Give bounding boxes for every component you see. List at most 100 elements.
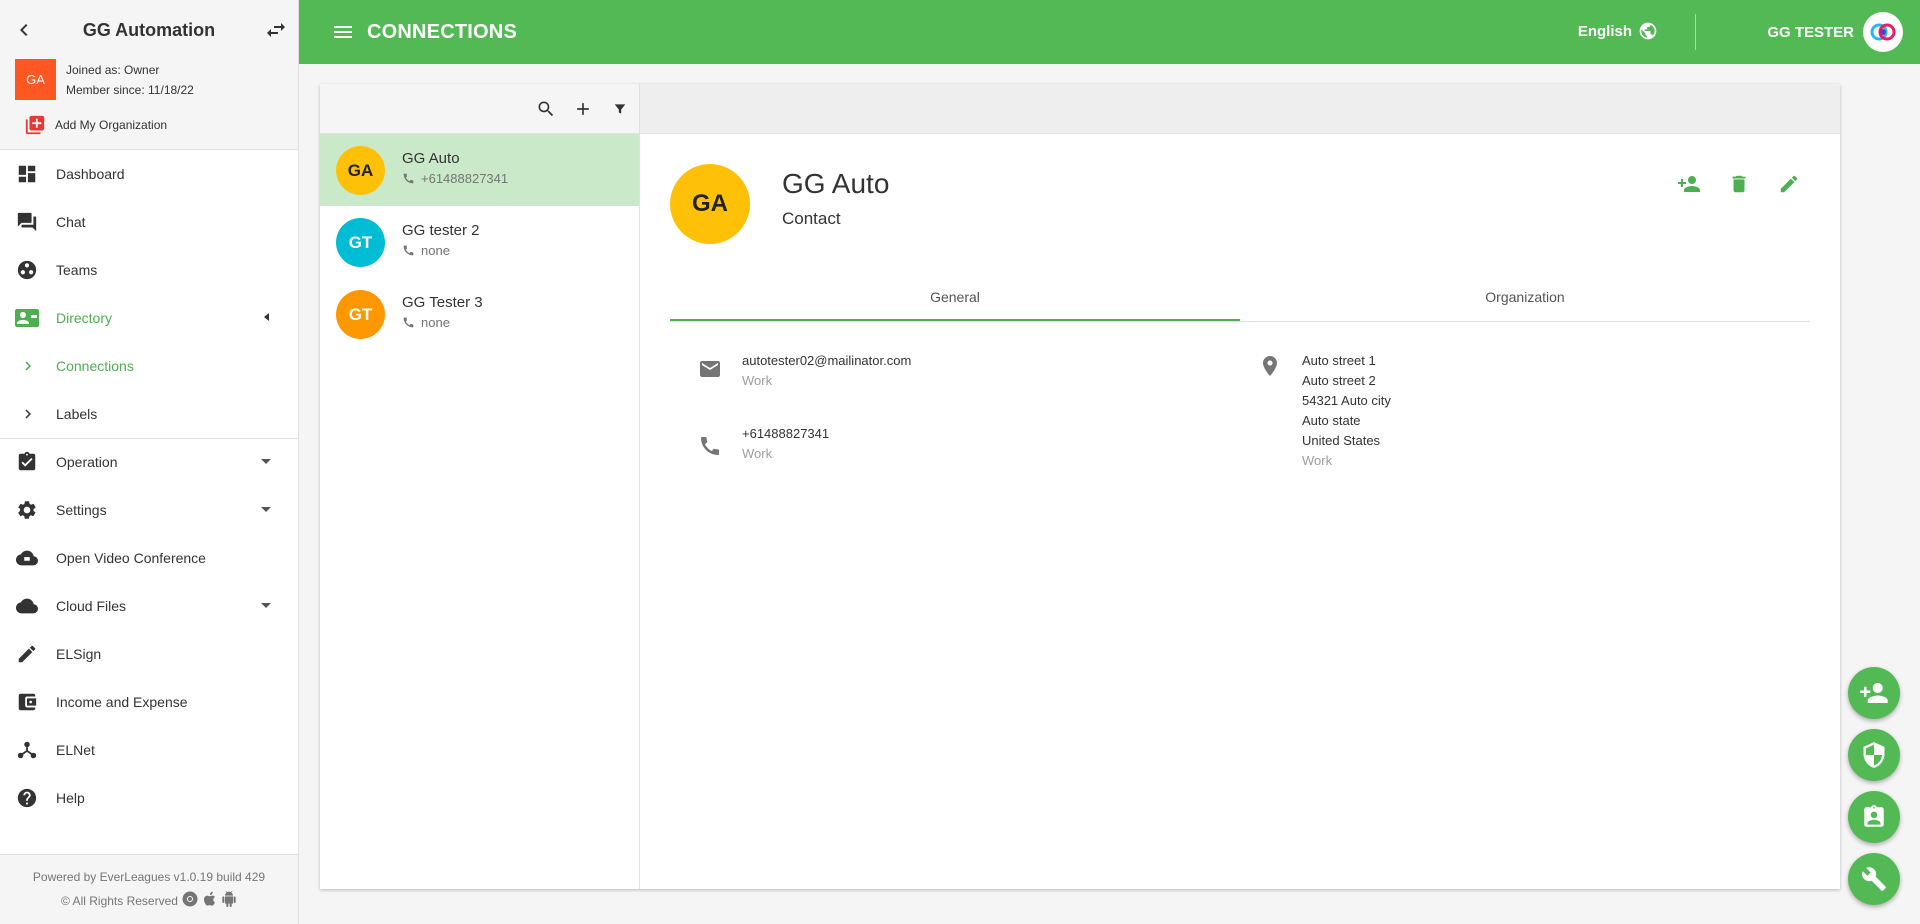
user-menu[interactable]: GG TESTER <box>1767 12 1903 52</box>
topbar-divider <box>1695 14 1696 50</box>
chat-icon <box>15 210 39 234</box>
sidebar-header: GG Automation GA Joined as: Owner Member… <box>0 0 298 150</box>
sidebar-item-label: Income and Expense <box>56 694 188 710</box>
contact-avatar: GT <box>336 290 385 339</box>
chevron-right-icon <box>16 402 40 426</box>
address-type: Work <box>1302 453 1333 468</box>
add-icon[interactable] <box>571 97 595 121</box>
contact-phone-text: +61488827341 <box>421 171 509 186</box>
phone-icon <box>403 317 414 328</box>
sidebar-item-label: Connections <box>56 358 134 374</box>
sidebar-item-label: Operation <box>56 454 118 470</box>
chevron-right-icon <box>16 354 40 378</box>
help-icon <box>15 786 39 810</box>
language-selector[interactable]: English <box>1578 21 1658 41</box>
teams-icon <box>15 258 39 282</box>
search-icon[interactable] <box>534 97 558 121</box>
hamburger-menu-icon[interactable] <box>331 20 355 44</box>
phone-info: +61488827341 Work <box>698 424 829 464</box>
sidebar-item-label: Help <box>56 790 85 806</box>
sidebar-item-connections[interactable]: Connections <box>0 342 298 390</box>
fab-security[interactable] <box>1848 729 1900 781</box>
detail-avatar: GA <box>670 164 750 244</box>
contact-phone-text: none <box>421 315 450 330</box>
sidebar-item-label: ELSign <box>56 646 102 662</box>
edit-icon[interactable] <box>1777 172 1801 196</box>
detail-tabs: General Organization <box>670 274 1810 322</box>
add-organization-button[interactable]: Add My Organization <box>24 114 167 136</box>
detail-toolbar <box>640 84 1840 134</box>
email-value: autotester02@mailinator.com <box>742 353 912 368</box>
contact-list-item[interactable]: GT GG Tester 3 none <box>320 278 639 350</box>
add-person-icon[interactable] <box>1677 172 1701 196</box>
sidebar-item-label: Open Video Conference <box>56 550 206 566</box>
dashboard-icon <box>15 162 39 186</box>
sidebar-item-operation[interactable]: Operation <box>0 438 298 486</box>
location-pin-icon <box>1258 354 1282 378</box>
sidebar-item-label: Teams <box>56 262 98 278</box>
sidebar-footer: Powered by EverLeagues v1.0.19 build 429… <box>0 854 298 924</box>
filter-icon[interactable] <box>608 97 632 121</box>
contact-name: GG Tester 3 <box>402 294 483 311</box>
sidebar-item-label: Directory <box>56 310 113 326</box>
address-line: Auto state <box>1302 413 1361 428</box>
collapse-arrow-icon <box>262 309 272 327</box>
user-name: GG TESTER <box>1767 23 1854 41</box>
language-label: English <box>1577 22 1632 40</box>
connections-card: GA GG Auto +61488827341 GT GG tester 2 n… <box>320 84 1840 889</box>
wallet-icon <box>15 690 39 714</box>
list-toolbar <box>320 84 639 134</box>
clipboard-check-icon <box>15 450 39 474</box>
fab-contact-card[interactable] <box>1848 791 1900 843</box>
sidebar-item-directory[interactable]: Directory <box>0 294 298 342</box>
page-title: CONNECTIONS <box>367 21 517 43</box>
delete-icon[interactable] <box>1727 172 1751 196</box>
sidebar-item-settings[interactable]: Settings <box>0 486 298 534</box>
sidebar-item-label: ELNet <box>56 742 95 758</box>
contact-phone-text: none <box>421 243 450 258</box>
switch-org-icon[interactable] <box>264 18 288 42</box>
contact-list-pane: GA GG Auto +61488827341 GT GG tester 2 n… <box>320 84 640 889</box>
dropdown-arrow-icon <box>260 453 272 471</box>
phone-icon <box>403 245 414 256</box>
email-type: Work <box>742 373 773 388</box>
sidebar-item-teams[interactable]: Teams <box>0 246 298 294</box>
dropdown-arrow-icon <box>260 501 272 519</box>
sidebar-item-help[interactable]: Help <box>0 774 298 822</box>
android-icon[interactable] <box>221 890 237 911</box>
joined-as: Joined as: Owner <box>66 63 160 77</box>
fab-tools[interactable] <box>1848 853 1900 905</box>
sidebar-item-dashboard[interactable]: Dashboard <box>0 150 298 198</box>
shield-icon <box>1863 742 1885 768</box>
contact-list-item[interactable]: GT GG tester 2 none <box>320 206 639 278</box>
contact-detail-pane: GA GG Auto Contact General Organization … <box>640 84 1840 889</box>
phone-value: +61488827341 <box>742 426 830 441</box>
tab-organization[interactable]: Organization <box>1240 274 1810 321</box>
cloud-video-icon <box>15 546 39 570</box>
sidebar-item-chat[interactable]: Chat <box>0 198 298 246</box>
tab-general[interactable]: General <box>670 274 1240 321</box>
dropdown-arrow-icon <box>260 597 272 615</box>
contact-name: GG tester 2 <box>402 222 480 239</box>
sidebar-item-labels[interactable]: Labels <box>0 390 298 438</box>
fab-add-contact[interactable] <box>1848 667 1900 719</box>
org-title: GG Automation <box>82 20 216 40</box>
phone-type: Work <box>742 446 773 461</box>
address-info: Auto street 1 Auto street 2 54321 Auto c… <box>1258 351 1391 471</box>
apple-icon[interactable] <box>202 890 218 911</box>
wrench-icon <box>1862 867 1886 891</box>
member-since: Member since: 11/18/22 <box>66 83 194 97</box>
top-bar: CONNECTIONS English GG TESTER <box>299 0 1920 64</box>
sidebar-item-income-expense[interactable]: Income and Expense <box>0 678 298 726</box>
add-person-icon <box>1860 683 1888 703</box>
sidebar-item-cloud-files[interactable]: Cloud Files <box>0 582 298 630</box>
sidebar-item-video-conference[interactable]: Open Video Conference <box>0 534 298 582</box>
globe-icon <box>1639 22 1657 40</box>
sidebar-item-elnet[interactable]: ELNet <box>0 726 298 774</box>
chrome-icon[interactable] <box>181 890 199 911</box>
address-line: Auto street 1 <box>1302 353 1376 368</box>
phone-icon <box>403 173 414 184</box>
detail-type: Contact <box>782 209 841 228</box>
contact-list-item[interactable]: GA GG Auto +61488827341 <box>320 134 639 206</box>
sidebar-item-elsign[interactable]: ELSign <box>0 630 298 678</box>
